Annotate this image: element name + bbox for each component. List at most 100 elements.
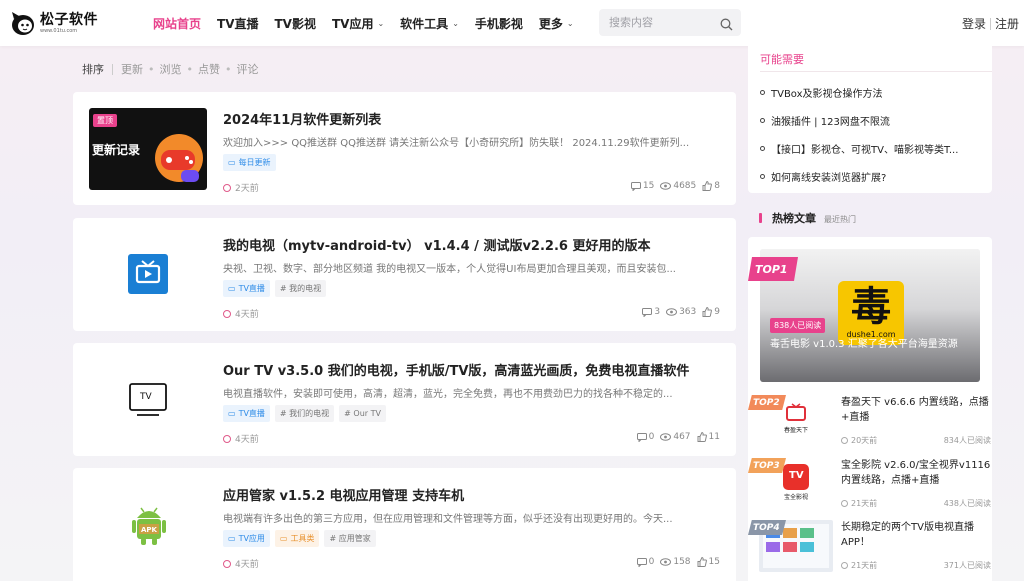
hot-article-item[interactable]: TOP4 长期稳定的两个TV版电视直播APP！ 21天前 371人已阅读 — [748, 520, 992, 576]
gamepad-illustration-icon — [155, 134, 203, 182]
related-link[interactable]: 【接口】影视仓、可视TV、喵影视等类T... — [760, 141, 958, 156]
post-thumbnail[interactable]: APK — [89, 484, 207, 566]
post-thumbnail[interactable]: TV — [89, 359, 207, 441]
clock-icon — [223, 559, 231, 568]
nav-item-tv-live[interactable]: TV直播 — [217, 15, 258, 32]
eye-icon — [660, 433, 672, 441]
hot-article-title[interactable]: 春盈天下 v6.6.6 内置线路，点播+直播 — [841, 395, 991, 425]
post-tags: ▭ TV直播 # 我的电视 — [223, 280, 331, 297]
search-input[interactable] — [609, 16, 717, 29]
category-tag[interactable]: ▭ 每日更新 — [223, 154, 276, 171]
post-excerpt: 欢迎加入>>> QQ推送群 QQ推送群 请关注新公众号【小奇研究所】防失联！ 2… — [223, 138, 690, 149]
thumbs-up-icon — [697, 557, 707, 567]
post-title[interactable]: 应用管家 v1.5.2 电视应用管理 支持车机 — [223, 485, 464, 504]
post-card[interactable]: 我的电视（mytv-android-tv） v1.4.4 / 测试版v2.2.6… — [73, 218, 736, 331]
keyword-tag[interactable]: # 应用管家 — [324, 530, 376, 547]
folder-icon: ▭ — [228, 158, 236, 167]
post-card[interactable]: 置顶 更新记录 2024年11月软件更新列表 欢迎加入>>> QQ推送群 QQ推… — [73, 92, 736, 205]
hot-articles-header: 热榜文章 最近热门 — [759, 210, 856, 226]
tv-app-icon — [786, 403, 806, 421]
keyword-tag[interactable]: # 我的电视 — [274, 280, 327, 297]
category-tag[interactable]: ▭ 工具类 — [274, 530, 320, 547]
post-card[interactable]: TV Our TV v3.5.0 我们的电视，手机版/TV版，高清蓝光画质，免费… — [73, 343, 736, 456]
search-box — [599, 9, 741, 36]
logo-title: 松子软件 — [40, 11, 98, 28]
post-card[interactable]: APK 应用管家 v1.5.2 电视应用管理 支持车机 电视端有许多出色的第三方… — [73, 468, 736, 581]
register-link[interactable]: 注册 — [995, 15, 1019, 32]
comment-icon — [642, 307, 653, 317]
top1-title[interactable]: 毒舌电影 v1.0.3 汇聚了各大平台海量资源 — [770, 337, 970, 352]
tv-app-icon — [128, 254, 168, 294]
folder-icon: ▭ — [228, 534, 236, 543]
hot-article-title[interactable]: 长期稳定的两个TV版电视直播APP！ — [841, 520, 991, 550]
nav-item-tv-movies[interactable]: TV影视 — [275, 15, 316, 32]
pinned-badge: 置顶 — [93, 114, 117, 127]
nav-item-more[interactable]: 更多 ⌄ — [539, 15, 574, 32]
site-logo[interactable]: 松子软件 www.01tu.com — [10, 8, 100, 38]
divider — [112, 63, 113, 75]
thumbs-up-icon — [697, 432, 707, 442]
thumbs-up-icon — [702, 307, 713, 317]
post-thumbnail[interactable] — [89, 234, 207, 316]
nav-item-software-tools[interactable]: 软件工具 ⌄ — [400, 15, 459, 32]
eye-icon — [666, 308, 678, 316]
keyword-tag[interactable]: # 我们的电视 — [274, 405, 335, 422]
comment-count: 15 — [630, 181, 654, 191]
post-time: 4天前 — [223, 432, 259, 445]
rank-badge: TOP2 — [748, 395, 786, 410]
sort-option-views[interactable]: 浏览 — [160, 61, 182, 77]
post-tags: ▭ 每日更新 — [223, 154, 281, 171]
nav-item-tv-apps[interactable]: TV应用 ⌄ — [332, 15, 384, 32]
android-apk-icon — [132, 507, 166, 545]
category-tag[interactable]: ▭ TV直播 — [223, 405, 270, 422]
post-title[interactable]: 2024年11月软件更新列表 — [223, 109, 381, 128]
hot-article-item[interactable]: 春盈天下 TOP2 春盈天下 v6.6.6 内置线路，点播+直播 20天前 83… — [748, 395, 992, 451]
post-time: 4天前 — [223, 557, 259, 570]
widget-title: 可能需要 — [760, 53, 992, 72]
category-tag[interactable]: ▭ TV应用 — [223, 530, 270, 547]
clock-icon — [223, 309, 231, 318]
maybe-needed-widget: 可能需要 TVBox及影视仓操作方法 油猴插件 | 123网盘不限流 【接口】影… — [748, 46, 992, 193]
folder-icon: ▭ — [279, 534, 288, 543]
site-header: 松子软件 www.01tu.com 网站首页 TV直播 TV影视 TV应用 ⌄ 软… — [0, 0, 1024, 46]
post-title[interactable]: Our TV v3.5.0 我们的电视，手机版/TV版，高清蓝光画质，免费电视直… — [223, 360, 689, 379]
like-count[interactable]: 11 — [697, 432, 720, 442]
chevron-down-icon: ⌄ — [377, 18, 385, 28]
keyword-tag[interactable]: # Our TV — [339, 405, 386, 422]
like-count[interactable]: 9 — [702, 307, 720, 317]
post-stats: 15 4685 8 — [625, 181, 720, 191]
rank-badge: TOP4 — [748, 520, 786, 535]
hot-article-item[interactable]: TV 宝全影视 TOP3 宝全影院 v2.6.0/宝全视界v1116 内置线路，… — [748, 458, 992, 514]
eye-icon — [660, 182, 672, 190]
view-count: 467 — [660, 432, 691, 442]
bullet-icon — [760, 174, 765, 179]
hot-article-title[interactable]: 宝全影院 v2.6.0/宝全视界v1116 内置线路，点播+直播 — [841, 458, 991, 488]
login-link[interactable]: 登录 — [962, 15, 986, 32]
eye-icon — [660, 558, 672, 566]
like-count[interactable]: 15 — [697, 557, 720, 567]
post-excerpt: 电视端有许多出色的第三方应用，但在应用管理和文件管理等方面，似乎还没有出现更好用… — [223, 514, 673, 525]
view-count: 4685 — [660, 181, 696, 191]
clock-icon — [223, 183, 231, 192]
auth-links: 登录 注册 — [962, 15, 1019, 32]
comment-icon — [636, 432, 647, 442]
post-thumbnail[interactable]: 置顶 更新记录 — [89, 108, 207, 190]
nav-item-mobile-movies[interactable]: 手机影视 — [475, 15, 523, 32]
sort-option-likes[interactable]: 点赞 — [198, 61, 220, 77]
hot-article-meta: 21天前 438人已阅读 — [841, 498, 991, 509]
hot-article-meta: 21天前 371人已阅读 — [841, 560, 991, 571]
like-count[interactable]: 8 — [702, 181, 720, 191]
thumbs-up-icon — [702, 181, 713, 191]
sort-option-updated[interactable]: 更新 — [121, 61, 143, 77]
related-link[interactable]: 油猴插件 | 123网盘不限流 — [760, 113, 890, 128]
sort-option-comments[interactable]: 评论 — [237, 61, 259, 77]
nav-item-home[interactable]: 网站首页 — [153, 15, 201, 32]
related-link[interactable]: 如何离线安装浏览器扩展? — [760, 169, 886, 184]
bullet-icon — [760, 90, 765, 95]
hot-article-meta: 20天前 834人已阅读 — [841, 435, 991, 446]
search-icon[interactable] — [720, 16, 733, 31]
post-title[interactable]: 我的电视（mytv-android-tv） v1.4.4 / 测试版v2.2.6… — [223, 235, 650, 254]
related-link[interactable]: TVBox及影视仓操作方法 — [760, 85, 883, 100]
divider — [990, 17, 992, 30]
category-tag[interactable]: ▭ TV直播 — [223, 280, 270, 297]
